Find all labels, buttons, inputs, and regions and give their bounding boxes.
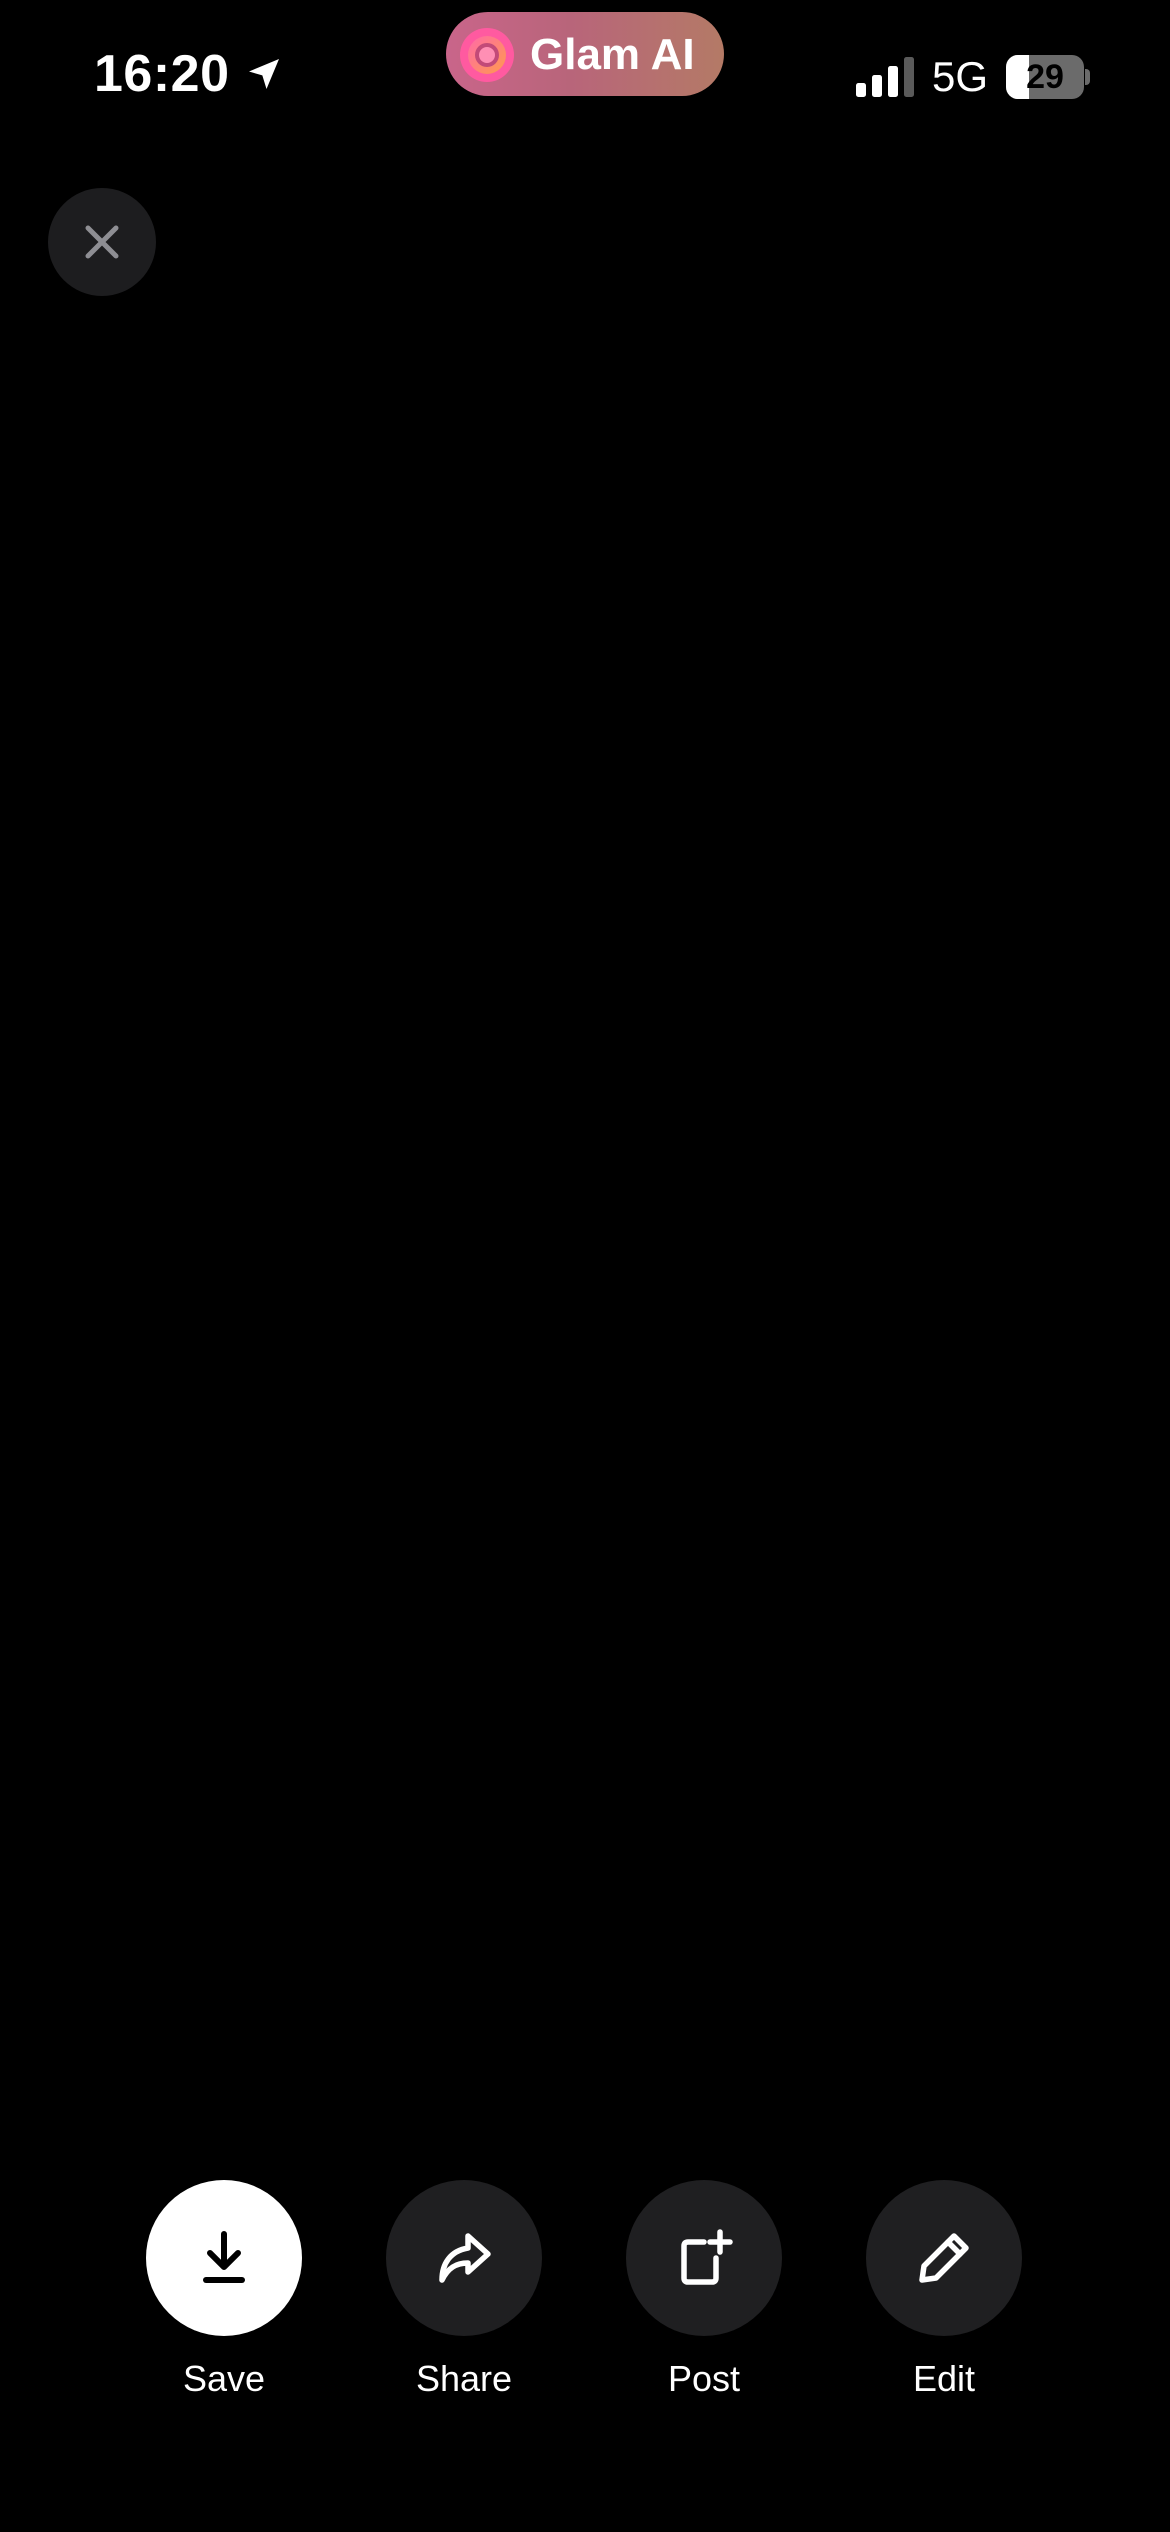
glam-ai-logo-icon xyxy=(460,28,514,82)
new-post-icon xyxy=(681,2229,733,2285)
status-time: 16:20 xyxy=(94,44,284,104)
glam-ai-live-activity[interactable]: Glam AI xyxy=(446,12,724,96)
result-image-area xyxy=(0,320,1170,2140)
download-icon xyxy=(203,2231,245,2283)
battery-percent: 29 xyxy=(1026,58,1064,96)
status-bar: 16:20 Glam AI 5G 29 xyxy=(0,0,1170,150)
location-arrow-icon xyxy=(248,59,279,89)
save-label: Save xyxy=(182,2358,266,2399)
status-indicators: 5G 29 xyxy=(855,52,1090,102)
cellular-signal-icon xyxy=(855,57,914,97)
save-button[interactable] xyxy=(146,2180,302,2336)
battery-icon: 29 xyxy=(1006,55,1090,99)
edit-label: Edit xyxy=(912,2358,976,2399)
close-icon xyxy=(85,225,119,259)
post-action: Post xyxy=(604,2180,804,2420)
edit-action: Edit xyxy=(844,2180,1044,2420)
action-bar: Save Share Post Edit xyxy=(0,2180,1170,2420)
battery-cap xyxy=(1085,69,1090,85)
edit-button[interactable] xyxy=(866,2180,1022,2336)
post-label: Post xyxy=(667,2358,741,2399)
share-button[interactable] xyxy=(386,2180,542,2336)
live-activity-app-name: Glam AI xyxy=(530,30,695,79)
share-arrow-icon xyxy=(439,2233,491,2283)
network-type: 5G xyxy=(931,53,988,100)
close-button[interactable] xyxy=(48,188,156,296)
pencil-icon xyxy=(919,2233,969,2283)
share-label: Share xyxy=(415,2358,513,2399)
share-action: Share xyxy=(364,2180,564,2420)
save-action: Save xyxy=(124,2180,324,2420)
status-time-label: 16:20 xyxy=(94,45,230,103)
post-button[interactable] xyxy=(626,2180,782,2336)
